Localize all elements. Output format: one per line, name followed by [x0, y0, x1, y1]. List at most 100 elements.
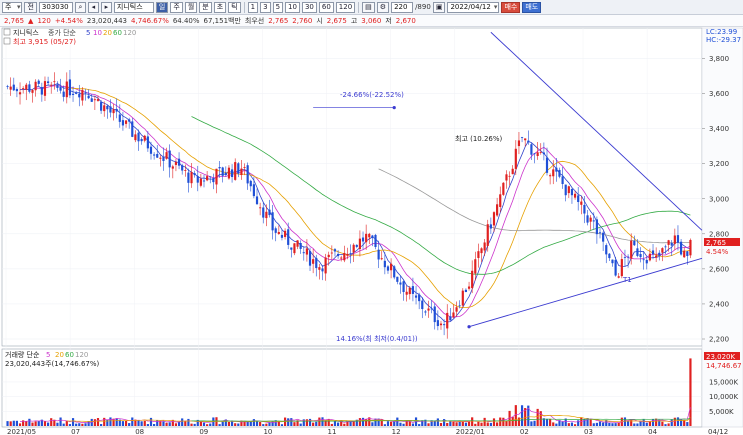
candle-body — [611, 259, 614, 264]
quote-best-bid: 2,760 — [292, 16, 313, 25]
candle-body — [315, 257, 318, 269]
candle-body — [636, 248, 639, 256]
volume-bar — [477, 421, 480, 426]
stock-code-input[interactable]: 303030 — [38, 1, 73, 13]
volume-bar — [174, 423, 178, 426]
candle-body — [464, 289, 468, 293]
sell-button[interactable]: 매도 — [522, 1, 542, 13]
price-tick-label: 3,200 — [709, 160, 729, 168]
period-week-button[interactable]: 주 — [170, 1, 183, 13]
prev-stock-icon[interactable]: ◂ — [87, 1, 99, 13]
volume-bar — [78, 423, 81, 426]
volume-bar — [221, 421, 224, 426]
price-tick-label: 2,600 — [709, 265, 729, 273]
candle-body — [502, 182, 505, 195]
quote-low-label: 저 — [385, 16, 392, 25]
volume-bar — [56, 422, 59, 426]
date-tick-label: 07 — [71, 428, 80, 435]
chart-type-select[interactable]: 주 — [2, 1, 23, 13]
buy-button[interactable]: 매수 — [501, 1, 521, 13]
candle-body — [31, 90, 34, 93]
price-panel[interactable] — [1, 27, 703, 347]
candle-body — [570, 189, 574, 196]
period-month-button[interactable]: 월 — [184, 1, 198, 13]
date-select[interactable]: 2022/04/12 — [447, 1, 500, 13]
candle-body — [109, 106, 112, 113]
candle-body — [209, 176, 212, 178]
volume-bar — [630, 419, 633, 426]
count-input[interactable]: 220 — [391, 1, 414, 13]
volume-bar — [633, 423, 636, 426]
legend-ma60: 60 — [113, 29, 122, 37]
candle-body — [112, 109, 115, 114]
hc-badge: HC:-29.37 — [706, 36, 741, 44]
settings-icon[interactable]: ⚙ — [376, 1, 390, 13]
legend-checkbox-icon[interactable] — [3, 28, 11, 36]
period-day-button[interactable]: 일 — [155, 1, 169, 13]
legend-ma10: 10 — [93, 29, 102, 37]
candle-body — [520, 137, 524, 138]
chart-tool-icon[interactable]: ▤ — [362, 1, 375, 13]
candle-body — [78, 93, 81, 98]
candle-body — [630, 240, 633, 259]
volume-bar — [573, 424, 577, 426]
volume-bar — [371, 422, 374, 426]
candlestick-chart[interactable]: 3,800 3,600 3,400 3,200 3,000 2,800 2,600 2,400… — [0, 27, 743, 435]
volume-bar — [589, 419, 592, 426]
high-checkbox-icon[interactable] — [3, 37, 11, 45]
lock-icon[interactable]: ▣ — [432, 1, 446, 13]
next-stock-icon[interactable]: ▸ — [100, 1, 112, 13]
period-second-button[interactable]: 초 — [213, 1, 227, 13]
candle-body — [486, 224, 489, 246]
candle-body — [352, 244, 355, 253]
volume-bar — [37, 421, 40, 426]
quote-low: 2,670 — [395, 16, 416, 25]
candle-body — [405, 291, 408, 295]
mode-button[interactable]: 전 — [24, 1, 37, 13]
candle-body — [34, 81, 37, 91]
candle-body — [324, 257, 327, 274]
candle-body — [25, 84, 28, 90]
candle-body — [330, 252, 333, 254]
interval-3-button[interactable]: 3 — [260, 1, 271, 13]
volume-bar — [561, 421, 564, 426]
interval-30-button[interactable]: 30 — [301, 1, 317, 13]
volume-bar — [464, 422, 468, 426]
candle-body — [75, 92, 78, 94]
volume-bar — [592, 423, 595, 426]
candle-body — [355, 244, 358, 247]
search-icon[interactable]: ⌕ — [74, 1, 86, 13]
candle-body — [249, 180, 252, 187]
volume-legend-ma120: 120 — [75, 351, 88, 359]
volume-bar — [184, 421, 187, 426]
date-tick-label: 09 — [199, 428, 208, 435]
volume-panel[interactable] — [1, 348, 703, 428]
candle-body — [199, 178, 202, 186]
interval-120-button[interactable]: 120 — [335, 1, 356, 13]
volume-bar — [202, 422, 206, 426]
interval-1-button[interactable]: 1 — [247, 1, 259, 13]
candle-body — [230, 169, 234, 178]
period-minute-button[interactable]: 분 — [199, 1, 212, 13]
candle-body — [577, 195, 580, 203]
legend-stock-name: 지니틱스 — [13, 28, 39, 37]
interval-10-button[interactable]: 10 — [285, 1, 300, 13]
period-tick-button[interactable]: 틱 — [228, 1, 241, 13]
interval-5-button[interactable]: 5 — [272, 1, 284, 13]
volume-bar — [446, 422, 449, 426]
volume-bar — [47, 422, 50, 426]
volume-bar — [383, 424, 386, 426]
volume-bar — [418, 424, 421, 426]
price-tick-label: 2,200 — [709, 336, 729, 344]
interval-60-button[interactable]: 60 — [318, 1, 334, 13]
date-tick-label: 04/12 — [708, 428, 728, 435]
candle-body — [336, 253, 340, 257]
candle-body — [47, 81, 50, 84]
volume-bar — [96, 418, 100, 426]
candle-body — [689, 239, 692, 256]
candle-body — [620, 259, 623, 277]
volume-bar — [567, 423, 570, 426]
candle-body — [686, 251, 689, 256]
volume-bar — [686, 422, 689, 426]
volume-bar — [374, 418, 377, 426]
